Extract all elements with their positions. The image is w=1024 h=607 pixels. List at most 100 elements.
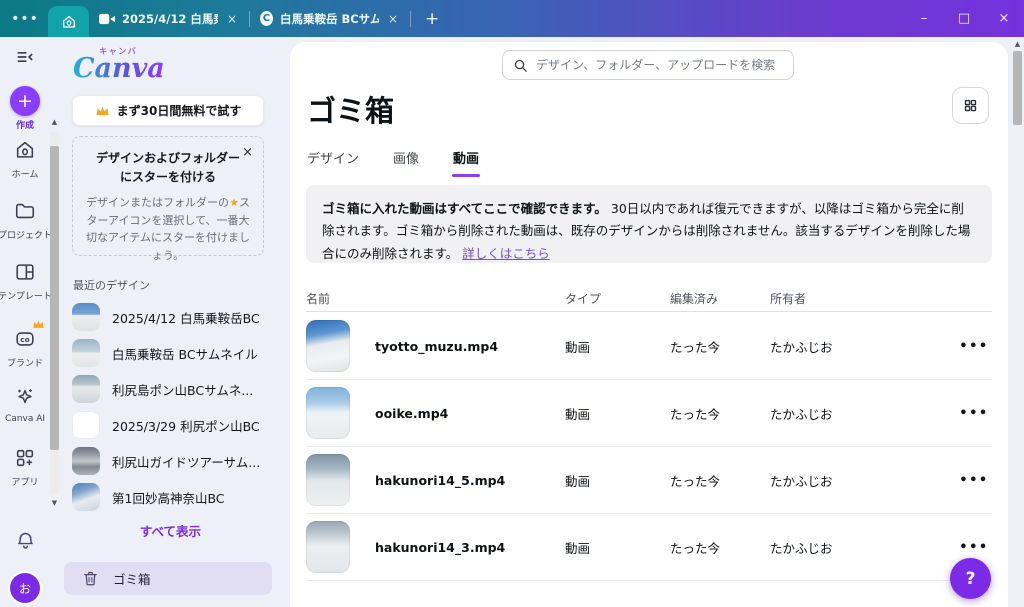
star-promo-title: デザインおよびフォルダーにスターを付ける [83, 149, 253, 186]
grid-view-toggle-button[interactable] [952, 87, 989, 124]
search-input[interactable] [536, 58, 783, 72]
video-thumbnail [306, 521, 350, 573]
recent-design-item[interactable]: 利尻島ポン山BCサムネ... [72, 372, 268, 406]
show-all-link[interactable]: すべて表示 [59, 521, 282, 540]
scroll-up-arrow[interactable]: ▲ [1013, 40, 1022, 49]
sidebar-item-trash[interactable]: ゴミ箱 [64, 562, 272, 595]
table-row[interactable]: tyotto_muzu.mp4 動画 たった今 たかふじお ••• [306, 313, 992, 380]
sidebar-item-brand[interactable]: co ブランド [0, 328, 53, 369]
rail-item-label: 作成 [0, 118, 53, 131]
new-tab-button[interactable]: + [411, 9, 453, 29]
row-menu-button[interactable]: ••• [956, 406, 992, 421]
template-icon [14, 261, 36, 283]
canva-logo-text: Canva [73, 53, 165, 84]
table-row-partial[interactable] [306, 581, 992, 607]
canva-logo[interactable]: キャンバ Canva [73, 45, 165, 81]
notifications-button[interactable] [0, 530, 50, 555]
close-tab-icon[interactable]: × [225, 12, 239, 26]
scroll-down-arrow[interactable]: ▼ [50, 499, 59, 508]
design-thumbnail [72, 411, 100, 439]
file-name: hakunori14_3.mp4 [375, 540, 505, 555]
video-icon [99, 13, 115, 25]
minimize-button[interactable]: – [904, 0, 944, 37]
learn-more-link[interactable]: 詳しくはこちら [462, 246, 550, 261]
close-button[interactable]: × [984, 0, 1024, 37]
recent-designs-heading: 最近のデザイン [73, 277, 150, 293]
sidebar-scrollbar[interactable]: ▲ ▼ [50, 118, 59, 508]
search-bar[interactable] [502, 50, 794, 80]
window-scrollbar[interactable]: ▲ [1013, 40, 1022, 607]
file-name: ooike.mp4 [375, 406, 448, 421]
scrollbar-thumb[interactable] [50, 146, 59, 450]
close-icon[interactable]: × [242, 146, 253, 159]
file-owner: たかふじお [770, 337, 956, 356]
recent-design-item[interactable]: 2025/3/29 利尻ポン山BC [72, 408, 268, 442]
canva-c-icon: C [260, 11, 273, 26]
table-row[interactable]: hakunori14_5.mp4 動画 たった今 たかふじお ••• [306, 447, 992, 514]
row-menu-button[interactable]: ••• [956, 540, 992, 555]
collapse-sidebar-button[interactable] [0, 47, 53, 71]
file-type: 動画 [565, 337, 670, 356]
star-promo-body: デザインまたはフォルダーの★スターアイコンを選択して、一番大切なアイテムにスター… [83, 194, 253, 264]
recent-design-item[interactable]: 第1回妙高神奈山BC [72, 480, 268, 514]
trash-icon [82, 570, 99, 587]
video-thumbnail [306, 454, 350, 506]
file-edited: たった今 [670, 404, 770, 423]
rail-item-label: ブランド [0, 356, 53, 369]
design-thumbnail [72, 339, 100, 367]
recent-design-item[interactable]: 利尻山ガイドツアーサム... [72, 444, 268, 478]
document-tab-2[interactable]: C 白馬乗鞍岳 BCサム... × [250, 0, 410, 37]
star-icon: ★ [229, 196, 239, 209]
scroll-up-arrow[interactable]: ▲ [50, 118, 59, 127]
sidebar-item-create[interactable]: + 作成 [0, 86, 53, 131]
window-controls: – □ × [904, 0, 1024, 37]
crown-icon [32, 319, 45, 329]
close-tab-icon[interactable]: × [386, 12, 400, 26]
sidebar-item-canva-ai[interactable]: Canva AI [0, 386, 53, 424]
recent-design-item[interactable]: 2025/4/12 白馬乗鞍岳BC [72, 300, 268, 334]
row-menu-button[interactable]: ••• [956, 339, 992, 354]
scrollbar-thumb[interactable] [1013, 51, 1022, 125]
apps-grid-icon [14, 447, 36, 469]
sidebar-item-projects[interactable]: プロジェクト [0, 200, 53, 241]
titlebar-overflow-menu[interactable]: ••• [8, 11, 42, 27]
file-edited: たった今 [670, 471, 770, 490]
crown-icon [95, 105, 110, 116]
design-thumbnail [72, 303, 100, 331]
document-tab-1-title: 2025/4/12 白馬乗鞍... [122, 11, 218, 27]
free-trial-button[interactable]: まず30日間無料で試す [72, 95, 264, 126]
help-button[interactable]: ? [950, 558, 991, 599]
rail-item-label: プロジェクト [0, 228, 53, 241]
home-tab[interactable] [48, 6, 89, 37]
file-edited: たった今 [670, 337, 770, 356]
rail-item-label: ホーム [0, 167, 53, 180]
column-header-edited: 編集済み [670, 290, 770, 307]
table-row[interactable]: ooike.mp4 動画 たった今 たかふじお ••• [306, 380, 992, 447]
search-icon [513, 58, 528, 73]
table-row[interactable]: hakunori14_3.mp4 動画 たった今 たかふじお ••• [306, 514, 992, 581]
tab-images[interactable]: 画像 [393, 148, 419, 177]
row-menu-button[interactable]: ••• [956, 473, 992, 488]
tab-designs[interactable]: デザイン [307, 148, 359, 177]
home-icon [14, 139, 36, 161]
tab-videos[interactable]: 動画 [453, 148, 479, 177]
rail-item-label: Canva AI [0, 414, 53, 424]
maximize-button[interactable]: □ [944, 0, 984, 37]
recent-design-item[interactable]: 白馬乗鞍岳 BCサムネイル [72, 336, 268, 370]
page-title: ゴミ箱 [307, 88, 394, 130]
file-owner: たかふじお [770, 404, 956, 423]
file-owner: たかふじお [770, 538, 956, 557]
home-icon [61, 14, 77, 30]
design-thumbnail [72, 483, 100, 511]
table-header: 名前 タイプ 編集済み 所有者 [306, 286, 992, 312]
sidebar-item-templates[interactable]: テンプレート [0, 261, 53, 302]
grid-view-icon [963, 98, 978, 113]
column-header-owner: 所有者 [770, 290, 956, 307]
star-promo-panel: × デザインおよびフォルダーにスターを付ける デザインまたはフォルダーの★スター… [72, 136, 264, 256]
sidebar-item-home[interactable]: ホーム [0, 139, 53, 180]
main-content: ゴミ箱 デザイン 画像 動画 ゴミ箱に入れた動画はすべてここで確認できます。 3… [290, 42, 1008, 607]
document-tab-1[interactable]: 2025/4/12 白馬乗鞍... × [89, 0, 249, 37]
info-banner: ゴミ箱に入れた動画はすべてここで確認できます。 30日以内であれば復元できますが… [306, 185, 992, 263]
sidebar-item-apps[interactable]: アプリ [0, 447, 53, 488]
avatar[interactable]: お [10, 573, 40, 603]
